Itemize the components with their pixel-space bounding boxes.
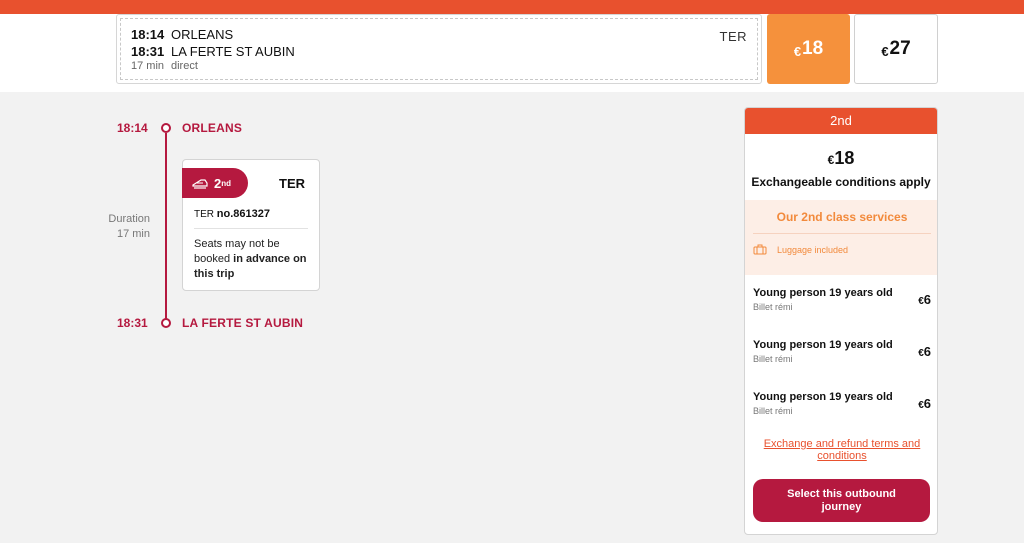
timeline-duration: Duration 17 min	[92, 212, 150, 242]
luggage-label: Luggage included	[777, 244, 849, 255]
passenger-fare-row: Young person 19 years old Billet rémi €6	[753, 339, 931, 369]
departure-row: 18:14 ORLEANS	[131, 27, 233, 42]
passenger-type: Young person 19 years old	[753, 339, 893, 351]
duration-label: Duration	[108, 213, 150, 225]
passenger-price: €6	[918, 395, 931, 413]
fare-price-value: 18	[834, 148, 855, 168]
departure-time: 18:14	[131, 27, 165, 42]
first-class-price: 27	[889, 38, 911, 59]
timeline-start-time: 18:14	[117, 121, 148, 135]
passenger-price-value: 6	[923, 344, 931, 359]
fare-price: €18	[745, 148, 937, 169]
passenger-type: Young person 19 years old	[753, 391, 893, 403]
arrival-station: LA FERTE ST AUBIN	[171, 44, 295, 59]
arrival-time: 18:31	[131, 44, 165, 59]
divider	[753, 233, 931, 234]
timeline-end-station: LA FERTE ST AUBIN	[182, 316, 304, 330]
train-type: TER	[279, 176, 305, 191]
second-class-price: 18	[802, 38, 824, 59]
class-services-box: Our 2nd class services Luggage included	[745, 200, 937, 275]
train-number: TER no.861327	[194, 208, 270, 220]
fare-panel: 2nd €18 Exchangeable conditions apply Ou…	[744, 107, 938, 535]
journey-connection: direct	[171, 60, 198, 72]
second-class-price-button[interactable]: € 18	[767, 14, 850, 84]
class-badge: 2nd	[182, 168, 248, 198]
timeline-start-dot	[161, 123, 171, 133]
passenger-price: €6	[918, 291, 931, 309]
select-outbound-button[interactable]: Select this outbound journey	[753, 479, 930, 522]
passenger-price: €6	[918, 343, 931, 361]
services-title: Our 2nd class services	[776, 210, 908, 224]
timeline-start-station: ORLEANS	[182, 121, 243, 135]
journey-summary-card[interactable]: 18:14 ORLEANS 18:31 LA FERTE ST AUBIN 17…	[116, 14, 762, 84]
train-details-card: 2nd TER TER no.861327 Seats may not be b…	[182, 159, 320, 291]
booking-note: Seats may not be booked in advance on th…	[194, 237, 312, 282]
first-class-price-button[interactable]: € 27	[854, 14, 938, 84]
fare-class-header: 2nd	[745, 108, 937, 134]
arrival-row: 18:31 LA FERTE ST AUBIN	[131, 44, 295, 59]
duration-value: 17 min	[116, 228, 150, 240]
top-bar	[0, 0, 1024, 14]
train-type-label: TER	[719, 29, 747, 44]
luggage-row: Luggage included	[753, 244, 937, 255]
train-icon	[192, 178, 208, 189]
currency-symbol: €	[793, 43, 802, 59]
train-number-prefix: TER	[194, 209, 214, 220]
fare-name: Billet rémi	[753, 406, 793, 416]
luggage-icon	[753, 244, 767, 255]
passenger-type: Young person 19 years old	[753, 287, 893, 299]
timeline-line	[165, 133, 167, 319]
divider	[194, 228, 308, 229]
passenger-price-value: 6	[923, 292, 931, 307]
class-number: 2	[214, 175, 222, 191]
departure-station: ORLEANS	[171, 27, 234, 42]
journey-duration: 17 min	[131, 60, 165, 72]
passenger-fare-row: Young person 19 years old Billet rémi €6	[753, 287, 931, 317]
timeline-end-time: 18:31	[117, 316, 148, 330]
fare-name: Billet rémi	[753, 302, 793, 312]
train-number-value: no.861327	[216, 208, 270, 220]
currency-symbol: €	[881, 43, 889, 59]
journey-meta: 17 min direct	[131, 60, 198, 72]
timeline-end-dot	[161, 318, 171, 328]
class-suffix: nd	[221, 178, 232, 188]
passenger-price-value: 6	[923, 396, 931, 411]
fare-conditions: Exchangeable conditions apply	[751, 175, 931, 189]
exchange-refund-terms-link[interactable]: Exchange and refund terms and conditions	[755, 438, 929, 462]
passenger-fare-row: Young person 19 years old Billet rémi €6	[753, 391, 931, 421]
fare-name: Billet rémi	[753, 354, 793, 364]
